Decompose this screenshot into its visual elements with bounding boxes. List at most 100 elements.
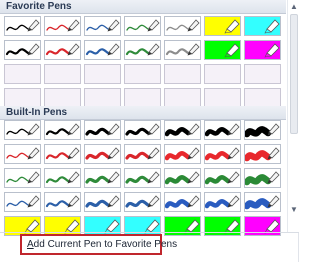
built-in-pen-swatch[interactable] <box>44 144 81 164</box>
built-in-pen-swatch[interactable] <box>204 120 241 140</box>
pen-tip-icon <box>187 43 200 56</box>
pen-tip-icon <box>27 19 40 32</box>
scroll-down-icon[interactable]: ▼ <box>289 205 299 215</box>
built-in-pen-swatch[interactable] <box>124 144 161 164</box>
built-in-pen-swatch[interactable] <box>244 168 281 188</box>
built-in-pen-swatch[interactable] <box>44 168 81 188</box>
built-in-pen-swatch[interactable] <box>44 120 81 140</box>
pen-icon <box>205 123 240 137</box>
built-in-pen-swatch[interactable] <box>244 192 281 212</box>
built-in-pen-swatch[interactable] <box>4 192 41 212</box>
built-in-pen-swatch[interactable] <box>164 144 201 164</box>
pen-icon <box>86 19 120 32</box>
pen-tip-icon <box>67 43 80 56</box>
pen-tip-icon <box>107 43 120 56</box>
highlighter-icon <box>245 41 280 59</box>
favorite-pen-swatch[interactable] <box>4 40 41 60</box>
pen-stroke <box>205 127 231 137</box>
built-in-pen-swatch[interactable] <box>204 192 241 212</box>
pen-icon <box>205 147 240 161</box>
pen-stroke <box>85 127 110 136</box>
pen-tip-icon <box>107 195 120 208</box>
built-in-pen-swatch[interactable] <box>124 168 161 188</box>
built-in-pen-swatch[interactable] <box>4 120 41 140</box>
built-in-pen-swatch[interactable] <box>4 168 41 188</box>
favorite-pen-swatch[interactable] <box>44 40 81 60</box>
scroll-thumb[interactable] <box>290 14 298 134</box>
built-in-highlighter-swatch[interactable] <box>4 216 41 236</box>
built-in-highlighter-swatch[interactable] <box>84 216 121 236</box>
built-in-pen-swatch[interactable] <box>244 120 281 140</box>
pen-stroke <box>85 151 110 160</box>
built-in-pen-swatch[interactable] <box>44 192 81 212</box>
pen-stroke <box>6 152 29 159</box>
pen-stroke <box>85 175 110 184</box>
scroll-up-icon[interactable]: ▲ <box>289 2 299 12</box>
favorite-pen-swatch[interactable] <box>84 40 121 60</box>
footer-divider <box>0 232 299 233</box>
favorite-pen-swatch[interactable] <box>44 16 81 36</box>
pen-tip-icon <box>187 19 200 32</box>
built-in-pen-swatch[interactable] <box>164 120 201 140</box>
favorite-highlighter-swatch[interactable] <box>244 40 281 60</box>
favorite-pen-swatch[interactable] <box>84 16 121 36</box>
pen-icon <box>205 195 240 209</box>
pen-gallery-panel: Favorite Pens Built-In Pens ▲ ▼ Add Curr… <box>0 0 299 262</box>
pen-stroke <box>245 198 272 210</box>
pen-icon <box>5 43 40 56</box>
built-in-pen-swatch[interactable] <box>204 144 241 164</box>
pen-stroke <box>205 199 231 209</box>
favorite-empty-slot <box>44 64 81 84</box>
favorite-pen-swatch[interactable] <box>164 16 201 36</box>
pen-tip-icon <box>107 171 120 184</box>
pen-stroke <box>165 151 191 161</box>
pen-tip-icon <box>147 19 160 32</box>
pen-stroke <box>205 175 231 185</box>
favorite-highlighter-swatch[interactable] <box>244 16 281 36</box>
built-in-pen-swatch[interactable] <box>164 192 201 212</box>
favorite-pen-swatch[interactable] <box>4 16 41 36</box>
built-in-pen-swatch[interactable] <box>124 120 161 140</box>
pen-tip-icon <box>67 123 80 136</box>
built-in-highlighter-swatch[interactable] <box>164 216 201 236</box>
pen-icon <box>85 171 120 184</box>
pen-tip-icon <box>107 123 120 136</box>
pen-tip-icon <box>147 147 160 160</box>
built-in-pen-swatch[interactable] <box>244 144 281 164</box>
favorite-empty-slot <box>244 88 281 108</box>
built-in-pen-swatch[interactable] <box>84 120 121 140</box>
built-in-pen-swatch[interactable] <box>4 144 41 164</box>
add-current-accelerator: A <box>27 239 34 250</box>
pen-icon <box>165 195 200 209</box>
built-in-highlighter-swatch[interactable] <box>44 216 81 236</box>
pen-icon <box>245 171 280 186</box>
built-in-highlighter-swatch[interactable] <box>244 216 281 236</box>
built-in-highlighter-swatch[interactable] <box>204 216 241 236</box>
favorite-pen-swatch[interactable] <box>124 40 161 60</box>
add-current-pen-to-favorites-button[interactable]: Add Current Pen to Favorite Pens <box>20 234 177 255</box>
built-in-pen-swatch[interactable] <box>124 192 161 212</box>
favorite-pens-grid <box>4 16 282 108</box>
gallery-scrollbar[interactable]: ▲ ▼ <box>287 0 299 232</box>
favorite-empty-slot <box>204 64 241 84</box>
built-in-highlighter-swatch[interactable] <box>124 216 161 236</box>
built-in-pen-swatch[interactable] <box>164 168 201 188</box>
built-in-pen-swatch[interactable] <box>84 144 121 164</box>
pen-tip-icon <box>187 123 200 136</box>
favorite-highlighter-swatch[interactable] <box>204 16 241 36</box>
pen-stroke <box>125 151 150 160</box>
built-in-pen-swatch[interactable] <box>84 192 121 212</box>
pen-icon <box>45 147 80 160</box>
built-in-pen-swatch[interactable] <box>84 168 121 188</box>
add-current-label: dd Current Pen to Favorite Pens <box>33 239 178 250</box>
pen-icon <box>125 43 160 56</box>
favorite-pen-swatch[interactable] <box>124 16 161 36</box>
pen-tip-icon <box>267 123 280 136</box>
pen-stroke <box>45 128 70 136</box>
favorite-pen-swatch[interactable] <box>164 40 201 60</box>
favorite-empty-slot <box>4 88 41 108</box>
built-in-pen-swatch[interactable] <box>204 168 241 188</box>
pen-stroke <box>6 176 29 183</box>
favorite-highlighter-swatch[interactable] <box>204 40 241 60</box>
pen-stroke <box>86 24 109 31</box>
